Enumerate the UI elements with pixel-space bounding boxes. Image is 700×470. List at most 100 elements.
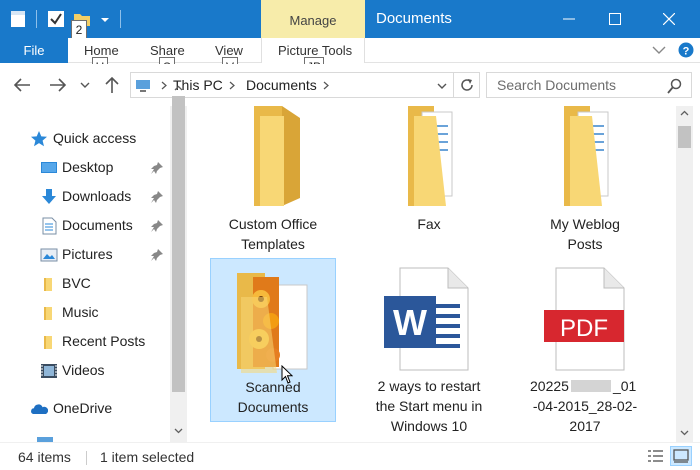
file-tile-scanned-documents[interactable]: Scanned Documents	[210, 258, 336, 422]
pin-icon[interactable]	[150, 219, 164, 233]
sidebar-item-desktop[interactable]: Desktop	[0, 155, 170, 181]
up-arrow-icon	[105, 76, 119, 93]
sidebar-item-partial[interactable]	[0, 432, 170, 442]
this-pc-icon	[37, 437, 53, 442]
recent-locations-button[interactable]	[78, 73, 92, 97]
file-name-line: 2017	[569, 418, 601, 434]
search-placeholder: Search Documents	[497, 77, 617, 93]
sidebar-item-music[interactable]: Music	[0, 300, 170, 326]
large-icons-view-button[interactable]	[670, 446, 692, 466]
forward-button[interactable]	[46, 73, 70, 97]
sidebar-item-onedrive[interactable]: OneDrive	[0, 396, 170, 422]
word-letter: W	[393, 302, 427, 343]
ribbon-tab-bar: File Home Share View Picture Tools ? H S…	[0, 38, 700, 77]
file-tile-word-document[interactable]: W 2 ways to restart the Start menu in Wi…	[366, 258, 492, 434]
pictures-icon	[40, 248, 58, 262]
desktop-icon	[41, 162, 57, 173]
file-tile-custom-office-templates[interactable]: Custom Office Templates	[210, 106, 336, 270]
word-document-icon: W	[384, 267, 469, 371]
documents-icon	[42, 217, 57, 235]
file-tile-fax[interactable]: Fax	[366, 106, 492, 270]
minimize-icon	[563, 18, 575, 20]
onedrive-icon	[31, 404, 48, 414]
help-icon[interactable]: ?	[678, 42, 694, 58]
svg-text:?: ?	[683, 46, 690, 58]
navigation-pane: Quick access Desktop Downloads Documents…	[0, 85, 190, 442]
music-folder-icon	[44, 307, 52, 320]
folder-with-documents-icon	[564, 106, 609, 206]
folder-with-documents-icon	[408, 106, 453, 206]
close-icon	[663, 13, 675, 25]
sidebar-item-downloads[interactable]: Downloads	[0, 184, 170, 210]
sidebar-item-label: Pictures	[62, 246, 113, 262]
up-button[interactable]	[100, 73, 124, 97]
minimize-button[interactable]	[546, 0, 592, 38]
videos-icon	[41, 364, 57, 378]
details-view-button[interactable]	[644, 446, 666, 466]
forward-arrow-icon	[50, 78, 67, 92]
customize-dropdown-icon[interactable]	[95, 9, 115, 29]
file-view[interactable]: Custom Office Templates Fax My Weblog Po…	[190, 106, 676, 442]
sidebar-item-label: Desktop	[62, 159, 114, 175]
search-icon	[667, 78, 682, 94]
file-tile-pdf-document[interactable]: PDF 20225 _01 -04-2015_28-02- 2017	[522, 258, 648, 434]
back-arrow-icon	[13, 78, 30, 92]
pdf-label: PDF	[560, 315, 608, 342]
selection-status: 1 item selected	[100, 449, 195, 465]
scroll-down-icon[interactable]	[680, 430, 689, 436]
file-name-part: 20225	[530, 378, 569, 394]
scroll-up-icon[interactable]	[174, 85, 183, 91]
large-icons-view-icon	[673, 449, 689, 463]
file-name-part: _01	[612, 378, 637, 394]
status-separator	[86, 451, 87, 465]
sidebar-item-documents[interactable]: Documents	[0, 213, 170, 239]
refresh-icon[interactable]	[459, 77, 475, 93]
qa-separator	[36, 10, 37, 28]
pin-icon[interactable]	[150, 248, 164, 262]
breadcrumb-separator-icon	[323, 81, 329, 90]
folder-with-image-icon	[237, 273, 308, 373]
file-name-line: 20225 _01	[530, 376, 656, 396]
pin-icon[interactable]	[150, 190, 164, 204]
contextual-tab-manage[interactable]: Manage	[261, 0, 365, 38]
breadcrumb-documents[interactable]: Documents	[246, 77, 317, 93]
file-name-line: the Start menu in	[375, 398, 483, 414]
address-dropdown-icon[interactable]	[437, 82, 447, 90]
title-bar: 2 Manage Documents	[0, 0, 700, 40]
sidebar-item-label: Documents	[62, 217, 133, 233]
pdf-document-icon: PDF	[544, 267, 625, 371]
back-button[interactable]	[10, 73, 34, 97]
sidebar-scrollbar[interactable]	[170, 85, 187, 442]
scroll-down-icon[interactable]	[174, 428, 183, 434]
sidebar-item-bvc[interactable]: BVC	[0, 271, 170, 297]
sidebar-item-label: Videos	[62, 362, 105, 378]
close-button[interactable]	[646, 0, 692, 38]
ribbon-expand-icon[interactable]	[652, 45, 666, 55]
breadcrumb-separator-icon	[161, 81, 167, 90]
content-scroll-thumb[interactable]	[678, 126, 691, 148]
sidebar-item-label: Downloads	[62, 188, 132, 204]
content-scrollbar[interactable]	[676, 106, 693, 442]
checkmark-icon[interactable]	[46, 9, 66, 29]
file-tile-my-weblog-posts[interactable]: My Weblog Posts	[522, 106, 648, 270]
status-bar: 64 items 1 item selected	[0, 442, 700, 470]
maximize-icon	[609, 13, 621, 25]
pin-icon[interactable]	[150, 161, 164, 175]
sidebar-item-label: Quick access	[53, 130, 137, 146]
sidebar-item-recent-posts[interactable]: Recent Posts	[0, 329, 170, 355]
file-tab[interactable]: File	[0, 38, 68, 63]
folder-icon	[44, 278, 52, 291]
file-name-line: 2 ways to restart	[377, 378, 481, 394]
blurred-text	[570, 380, 611, 392]
search-input[interactable]: Search Documents	[486, 72, 692, 98]
file-name-line: My Weblog	[550, 216, 620, 232]
sidebar-item-videos[interactable]: Videos	[0, 358, 170, 384]
sidebar-scroll-thumb[interactable]	[172, 96, 185, 392]
sidebar-item-pictures[interactable]: Pictures	[0, 242, 170, 268]
sidebar-item-label: Recent Posts	[62, 333, 146, 349]
maximize-button[interactable]	[592, 0, 638, 38]
sidebar-item-quick-access[interactable]: Quick access	[0, 126, 170, 152]
properties-icon[interactable]	[8, 9, 28, 29]
file-name-line: Scanned	[245, 379, 301, 395]
scroll-up-icon[interactable]	[680, 110, 689, 116]
